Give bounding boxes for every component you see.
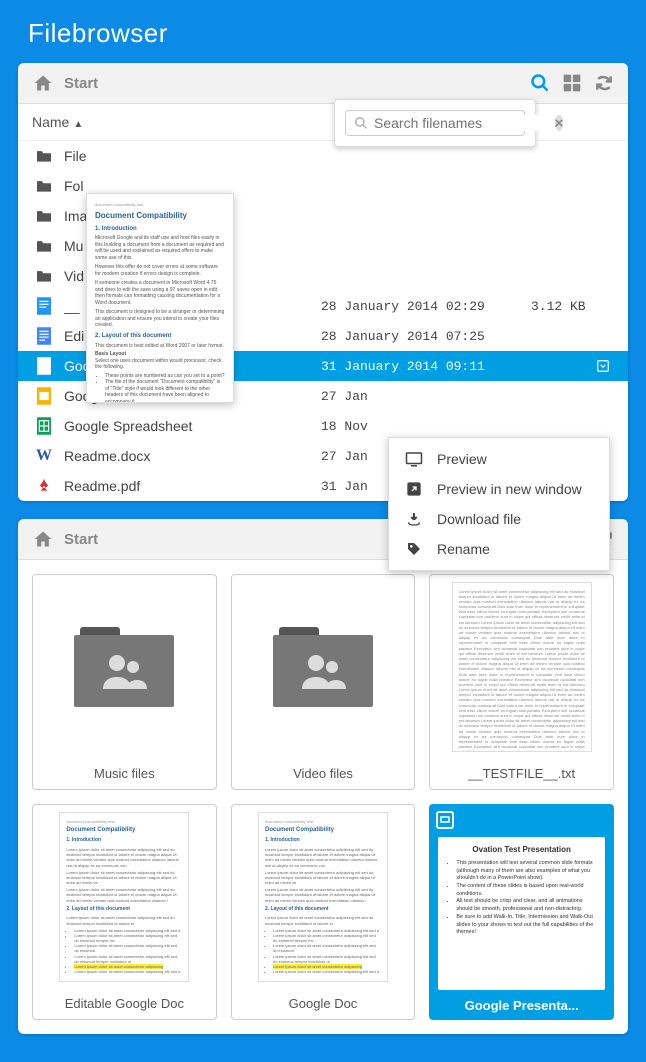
grid-card[interactable]: Video files xyxy=(231,574,416,790)
file-name: Readme.pdf xyxy=(64,478,321,494)
ctx-label: Rename xyxy=(437,541,490,557)
home-icon[interactable] xyxy=(32,73,54,93)
folder-icon xyxy=(74,627,174,707)
panel-header: Start xyxy=(18,63,628,104)
ctx-download[interactable]: Download file xyxy=(389,504,609,534)
file-panel-list: Start Name▲ Size FileFolI xyxy=(18,63,628,501)
file-name: Readme.docx xyxy=(64,448,321,464)
file-type-icon xyxy=(32,149,56,163)
refresh-icon[interactable] xyxy=(594,73,614,93)
file-row[interactable]: File xyxy=(18,141,628,171)
search-icon[interactable] xyxy=(530,73,550,93)
grid-card[interactable]: Lorem ipsum dolor sit amet consectetur a… xyxy=(429,574,614,790)
file-panel-grid: Start Music filesVideo filesLorem ipsum … xyxy=(18,519,628,1034)
grid-card[interactable]: document compatibility testDocument Comp… xyxy=(231,804,416,1020)
row-menu-icon[interactable] xyxy=(596,359,614,373)
tag-icon xyxy=(405,541,423,557)
grid-card[interactable]: document compatibility testDocument Comp… xyxy=(32,804,217,1020)
grid-body: Music files Video files Lorem ipsum dolor … xyxy=(18,560,628,1034)
newwin-icon xyxy=(405,481,423,497)
ctx-label: Download file xyxy=(437,511,521,527)
breadcrumb[interactable]: Start xyxy=(64,75,530,92)
card-label: Editable Google Doc xyxy=(33,988,216,1019)
file-type-icon xyxy=(32,209,56,223)
card-label: Video files xyxy=(232,758,415,789)
download-icon xyxy=(405,511,423,527)
file-type-icon xyxy=(32,417,56,435)
thumbnail-popover: document compatibility test Document Com… xyxy=(86,193,234,403)
search-input[interactable] xyxy=(374,115,555,131)
card-label: __TESTFILE__.txt xyxy=(430,758,613,789)
context-menu: Preview Preview in new window Download fil… xyxy=(388,437,610,571)
preview-icon xyxy=(405,451,423,467)
col-name-header[interactable]: Name▲ xyxy=(32,114,322,130)
file-type-icon xyxy=(32,179,56,193)
card-label: Google Doc xyxy=(232,988,415,1019)
ctx-label: Preview xyxy=(437,451,487,467)
home-icon[interactable] xyxy=(32,529,54,549)
file-name: File xyxy=(64,148,321,164)
grid-card[interactable]: Music files xyxy=(32,574,217,790)
slide-thumbnail: Ovation Test PresentationThis presentati… xyxy=(438,837,605,990)
text-thumbnail: Lorem ipsum dolor sit amet consectetur a… xyxy=(452,582,592,752)
file-type-icon xyxy=(32,357,56,375)
app-title: Filebrowser xyxy=(28,18,628,49)
file-date: 27 Jan xyxy=(321,389,531,404)
file-date: 18 Nov xyxy=(321,419,531,434)
file-name: Google Spreadsheet xyxy=(64,418,321,434)
clear-search-icon[interactable] xyxy=(555,115,563,131)
search-icon xyxy=(354,116,368,130)
doc-thumbnail: document compatibility testDocument Comp… xyxy=(258,812,388,982)
file-type-icon xyxy=(32,269,56,283)
file-type-icon xyxy=(32,477,56,495)
folder-icon xyxy=(273,627,373,707)
search-popover xyxy=(334,99,536,147)
file-type-icon: W xyxy=(32,447,56,465)
sort-asc-icon: ▲ xyxy=(73,119,83,130)
grid-view-icon[interactable] xyxy=(562,73,582,93)
file-date: 28 January 2014 02:29 xyxy=(321,299,531,314)
file-type-icon xyxy=(32,387,56,405)
card-label: Google Presenta... xyxy=(430,990,613,1019)
card-label: Music files xyxy=(33,758,216,789)
doc-thumbnail: document compatibility testDocument Comp… xyxy=(59,812,189,982)
file-date: 31 January 2014 09:11 xyxy=(321,359,531,374)
presentation-badge xyxy=(430,805,613,837)
grid-card[interactable]: Ovation Test PresentationThis presentati… xyxy=(429,804,614,1020)
file-size: 3.12 KB xyxy=(531,299,596,314)
ctx-label: Preview in new window xyxy=(437,481,582,497)
ctx-tag[interactable]: Rename xyxy=(389,534,609,564)
file-type-icon xyxy=(32,297,56,315)
file-date: 28 January 2014 07:25 xyxy=(321,329,531,344)
ctx-newwin[interactable]: Preview in new window xyxy=(389,474,609,504)
file-name: Fol xyxy=(64,178,321,194)
ctx-preview[interactable]: Preview xyxy=(389,444,609,474)
file-type-icon xyxy=(32,239,56,253)
file-type-icon xyxy=(32,327,56,345)
